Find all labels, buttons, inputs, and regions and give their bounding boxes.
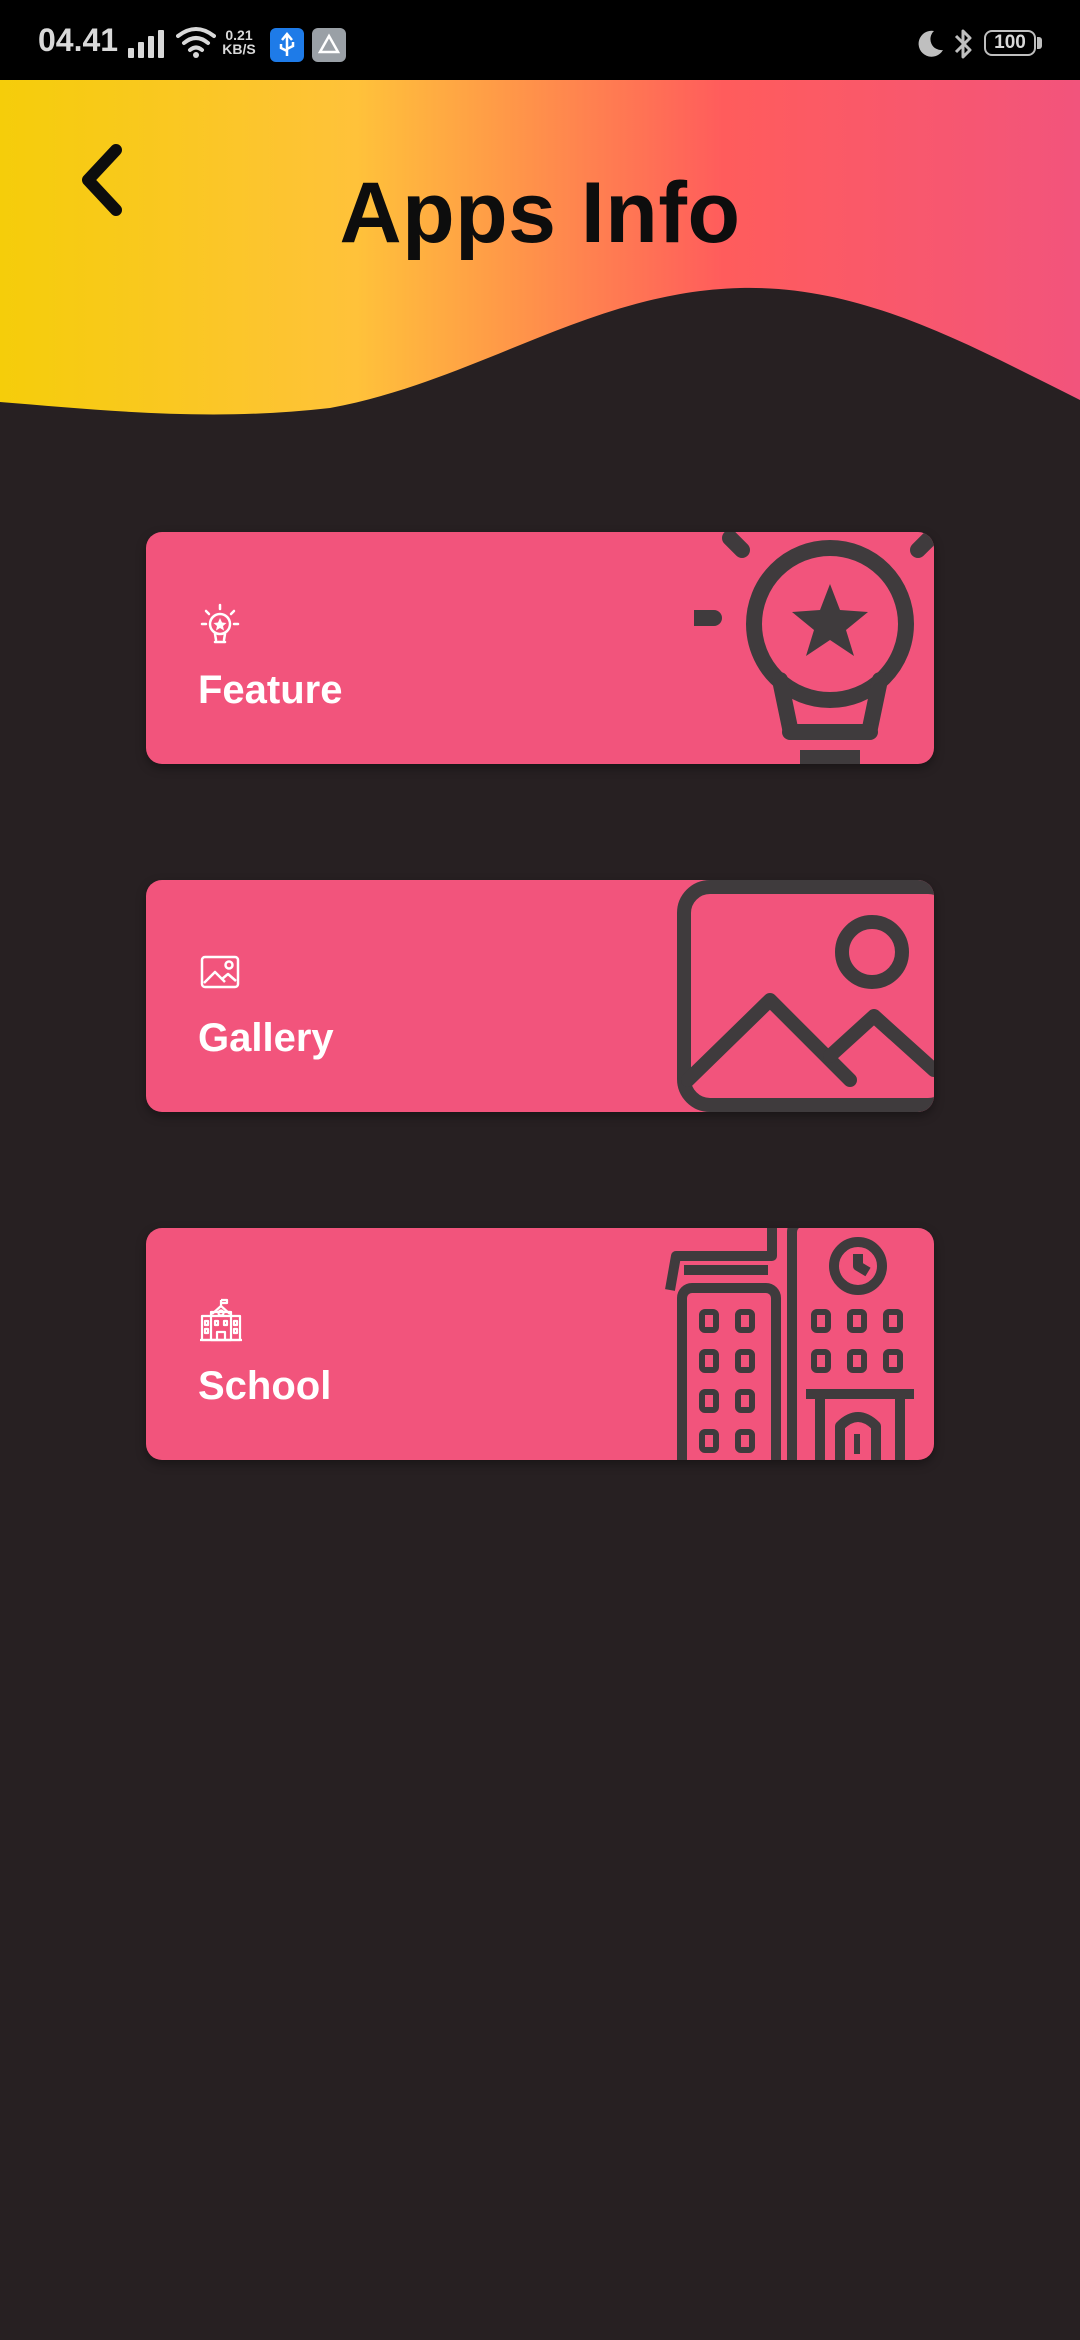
network-speed: 0.21 KB/S <box>222 28 256 56</box>
lightbulb-star-icon <box>200 603 240 644</box>
wifi-icon <box>176 27 216 58</box>
gallery-card-label: Gallery <box>198 1016 334 1060</box>
school-building-icon <box>200 1298 242 1342</box>
school-building-art <box>665 1228 914 1460</box>
lightbulb-star-art <box>694 532 934 764</box>
school-card[interactable]: School <box>146 1228 934 1460</box>
network-speed-unit: KB/S <box>222 41 256 57</box>
page-title: Apps Info <box>339 165 741 261</box>
network-speed-value: 0.21 <box>225 27 253 43</box>
image-art <box>677 880 934 1112</box>
image-icon <box>200 955 240 989</box>
gallery-card[interactable]: Gallery <box>146 880 934 1112</box>
status-time: 04.41 <box>38 22 119 58</box>
feature-card-label: Feature <box>198 668 343 712</box>
battery-tip <box>1037 37 1042 49</box>
usb-icon <box>270 28 304 62</box>
status-bar: 04.41 0.21 KB/S 100 <box>0 0 1080 80</box>
header: Apps Info <box>0 80 1080 440</box>
school-card-label: School <box>198 1364 332 1408</box>
feature-card[interactable]: Feature <box>146 532 934 764</box>
signal-icon <box>128 30 164 58</box>
battery-indicator: 100 <box>984 30 1036 56</box>
app-notification-icon <box>312 28 346 62</box>
moon-icon <box>918 30 943 57</box>
bluetooth-icon <box>954 29 972 59</box>
